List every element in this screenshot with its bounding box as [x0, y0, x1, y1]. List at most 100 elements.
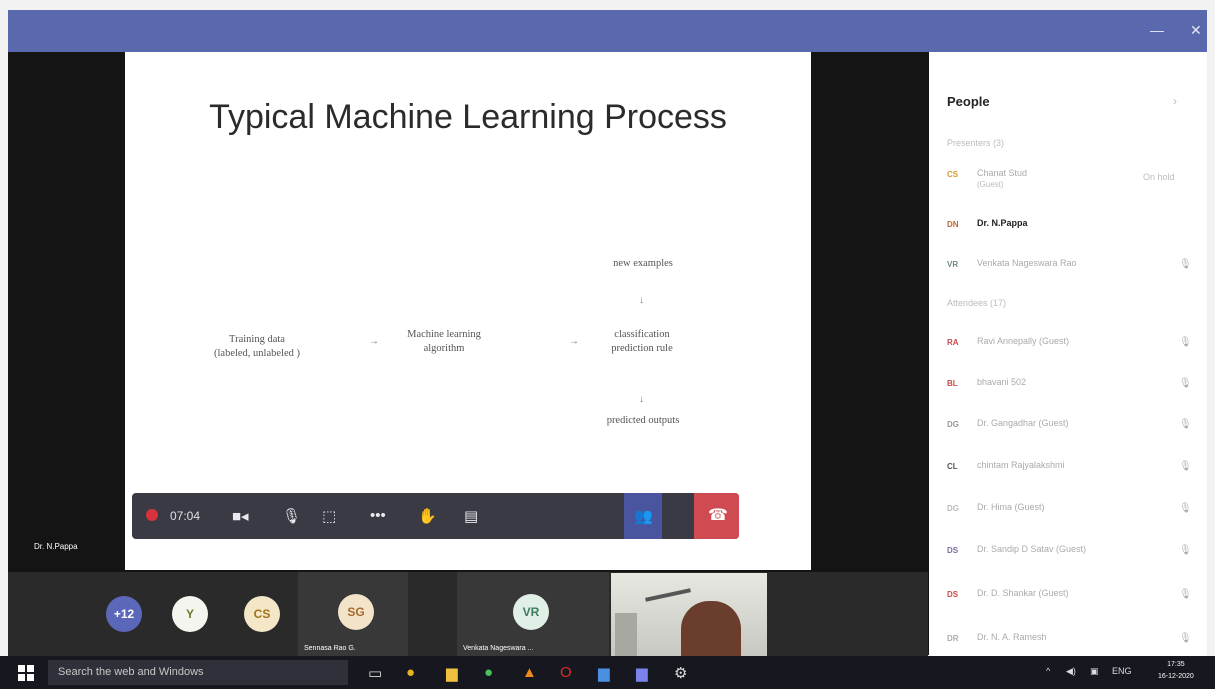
list-item[interactable]: DS Dr. D. Shankar (Guest) 🎙: [947, 586, 1199, 606]
avatar: CL: [947, 462, 958, 471]
avatar: SG: [338, 594, 374, 630]
store-icon[interactable]: ▆: [598, 664, 610, 682]
participant-tile-name: Venkata Nageswara ...: [463, 645, 534, 652]
avatar: CS: [947, 170, 959, 179]
chat-icon[interactable]: ▤: [464, 507, 478, 525]
taskbar-search-placeholder: Search the web and Windows: [58, 666, 204, 678]
algorithm-label: Machine learning: [407, 329, 481, 340]
arrow-down-icon: ↓: [639, 394, 644, 405]
list-item[interactable]: VR Venkata Nageswara Rao 🎙: [947, 256, 1199, 276]
avatar: BL: [947, 379, 958, 388]
attendees-section-label: Attendees (17): [947, 298, 1007, 308]
raise-hand-icon[interactable]: ✋: [418, 507, 437, 525]
call-timer: 07:04: [170, 509, 201, 523]
close-icon[interactable]: ✕: [1190, 22, 1202, 39]
avatar[interactable]: CS: [244, 596, 280, 632]
predicted-outputs-label: predicted outputs: [606, 415, 680, 426]
chrome-icon[interactable]: ●: [406, 664, 415, 681]
avatar: DS: [947, 546, 959, 555]
microphone-off-icon[interactable]: 🎙: [1179, 633, 1192, 644]
presenter-name-label: Dr. N.Pappa: [34, 542, 78, 551]
more-options-icon[interactable]: •••: [370, 507, 386, 524]
list-item[interactable]: DN Dr. N.Pappa: [947, 216, 1199, 236]
list-item[interactable]: DG Dr. Hima (Guest) 🎙: [947, 500, 1199, 520]
microphone-off-icon[interactable]: 🎙: [1179, 378, 1192, 389]
teams-icon[interactable]: ▆: [636, 664, 648, 682]
self-camera-preview: [611, 573, 767, 656]
participant-name: Ravi Annepally (Guest): [977, 336, 1070, 346]
avatar: VR: [947, 260, 959, 269]
algorithm-box: Machine learning algorithm: [381, 328, 507, 356]
vlc-icon[interactable]: ▲: [522, 664, 537, 681]
participant-name: Dr. Gangadhar (Guest): [977, 418, 1069, 428]
microphone-off-icon[interactable]: 🎙: [1179, 545, 1192, 556]
whatsapp-icon[interactable]: ●: [484, 664, 493, 681]
participants-button[interactable]: 👥: [624, 493, 662, 539]
recording-icon: [146, 509, 158, 521]
list-item[interactable]: CS Chanat Stud (Guest) On hold: [947, 166, 1199, 189]
share-screen-icon[interactable]: ⬚: [322, 507, 336, 525]
participant-name: Dr. N. A. Ramesh: [977, 632, 1047, 642]
participant-tile[interactable]: VR Venkata Nageswara ...: [457, 572, 609, 656]
microphone-icon[interactable]: 🎙: [282, 507, 301, 525]
avatar[interactable]: Y: [172, 596, 208, 632]
training-data-label: Training data: [229, 334, 285, 345]
presenters-section-label: Presenters (3): [947, 138, 1005, 148]
slide-title: Typical Machine Learning Process: [209, 98, 727, 136]
call-controls-bar: 07:04 ■◂ 🎙 ⬚ ••• ✋ ▤ 👥: [132, 493, 739, 539]
hang-up-button[interactable]: ☎: [694, 493, 739, 539]
windows-taskbar: Search the web and Windows ▭ ● ▆ ● ▲ O ▆…: [0, 656, 1215, 689]
meeting-title-bar: — ✕: [8, 10, 1207, 52]
avatar: DG: [947, 420, 959, 429]
microphone-icon[interactable]: 🎙: [1179, 259, 1192, 270]
participant-name-suffix: (Guest): [977, 180, 1004, 189]
avatar: DN: [947, 220, 959, 229]
camera-door: [615, 613, 637, 656]
arrow-down-icon: ↓: [639, 295, 644, 306]
taskbar-search-input[interactable]: Search the web and Windows: [48, 660, 348, 685]
participant-name: Dr. Sandip D Satav (Guest): [977, 544, 1087, 554]
participant-name: chintam Rajyalakshmi: [977, 460, 1065, 470]
prediction-rule-label: classification: [614, 329, 670, 340]
camera-person: [681, 601, 741, 656]
list-item[interactable]: BL bhavani 502 🎙: [947, 375, 1199, 395]
more-participants-avatar[interactable]: +12: [106, 596, 142, 632]
windows-start-icon[interactable]: [18, 665, 34, 681]
tray-chevron-icon[interactable]: ^: [1046, 666, 1050, 676]
algorithm-sublabel: algorithm: [423, 343, 465, 354]
opera-icon[interactable]: O: [560, 664, 572, 681]
microphone-off-icon[interactable]: 🎙: [1179, 589, 1192, 600]
microphone-off-icon[interactable]: 🎙: [1179, 461, 1192, 472]
language-indicator[interactable]: ENG: [1112, 666, 1132, 676]
list-item[interactable]: DR Dr. N. A. Ramesh 🎙: [947, 630, 1199, 650]
participant-name: Chanat Stud: [977, 168, 1028, 178]
task-view-icon[interactable]: ▭: [368, 664, 382, 682]
collapse-icon[interactable]: ›: [1173, 94, 1177, 108]
list-item[interactable]: RA Ravi Annepally (Guest) 🎙: [947, 334, 1199, 354]
participant-name: Dr. Hima (Guest): [977, 502, 1045, 512]
avatar: DR: [947, 634, 959, 643]
camera-icon[interactable]: ■◂: [232, 507, 249, 525]
list-item[interactable]: DG Dr. Gangadhar (Guest) 🎙: [947, 416, 1199, 436]
microphone-off-icon[interactable]: 🎙: [1179, 419, 1192, 430]
file-explorer-icon[interactable]: ▆: [446, 664, 458, 682]
microphone-off-icon[interactable]: 🎙: [1179, 337, 1192, 348]
avatar: DG: [947, 504, 959, 513]
new-examples-label: new examples: [613, 258, 673, 269]
notification-icon[interactable]: ▣: [1090, 666, 1099, 677]
hang-up-icon: ☎: [708, 507, 728, 524]
training-data-box: Training data (labeled, unlabeled ): [195, 333, 319, 361]
settings-icon[interactable]: ⚙: [674, 664, 687, 682]
list-item[interactable]: CL chintam Rajyalakshmi 🎙: [947, 458, 1199, 478]
list-item[interactable]: DS Dr. Sandip D Satav (Guest) 🎙: [947, 542, 1199, 562]
avatar: RA: [947, 338, 959, 347]
participant-name: Dr. D. Shankar (Guest): [977, 588, 1069, 598]
predicted-outputs-box: predicted outputs: [579, 414, 707, 428]
volume-icon[interactable]: ◀): [1066, 666, 1076, 677]
participant-tile[interactable]: SG Sennasa Rao G.: [298, 572, 408, 656]
arrow-right-icon: →: [369, 336, 379, 347]
taskbar-clock[interactable]: 17:35 16-12-2020: [1158, 659, 1194, 683]
minimize-icon[interactable]: —: [1150, 22, 1164, 38]
participant-name: Dr. N.Pappa: [977, 218, 1028, 228]
microphone-off-icon[interactable]: 🎙: [1179, 503, 1192, 514]
